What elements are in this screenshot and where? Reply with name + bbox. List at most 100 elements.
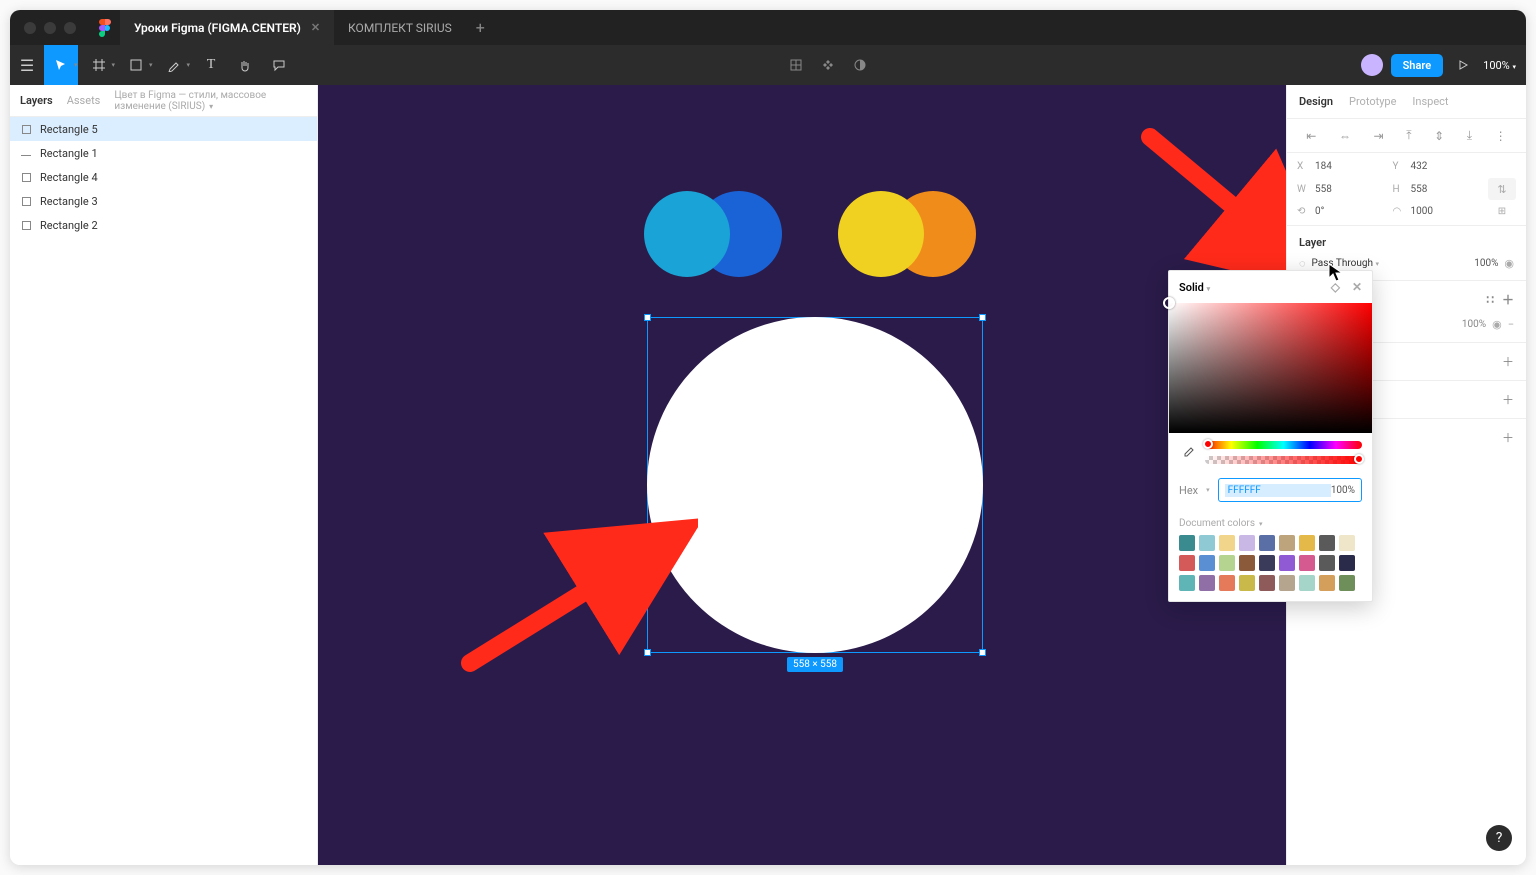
text-tool[interactable]: T xyxy=(194,45,228,85)
styles-icon[interactable]: ◇ xyxy=(1331,280,1340,294)
radius-field[interactable]: ◠1000 xyxy=(1393,206,1483,217)
color-swatch[interactable] xyxy=(1219,555,1235,571)
move-tool[interactable] xyxy=(44,45,78,85)
align-hcenter-icon[interactable]: ⇔ xyxy=(1339,129,1351,143)
color-swatch[interactable] xyxy=(1179,575,1195,591)
pen-tool[interactable] xyxy=(157,45,191,85)
help-button[interactable]: ? xyxy=(1486,825,1512,851)
color-swatch[interactable] xyxy=(1179,555,1195,571)
shape-tool[interactable] xyxy=(119,45,153,85)
tab-prototype[interactable]: Prototype xyxy=(1349,95,1396,108)
frame-tool[interactable] xyxy=(82,45,116,85)
tab-assets[interactable]: Assets xyxy=(67,94,101,107)
color-swatch[interactable] xyxy=(1199,575,1215,591)
color-swatch[interactable] xyxy=(1339,575,1355,591)
color-swatch[interactable] xyxy=(1239,555,1255,571)
component-icon[interactable] xyxy=(814,45,842,85)
color-swatch[interactable] xyxy=(1219,535,1235,551)
color-swatch[interactable] xyxy=(1239,535,1255,551)
align-vcenter-icon[interactable]: ⇕ xyxy=(1434,129,1444,143)
left-panel: Layers Assets Цвет в Figma — стили, масс… xyxy=(10,85,318,865)
tab-inspect[interactable]: Inspect xyxy=(1412,95,1448,108)
align-icon[interactable] xyxy=(782,45,810,85)
color-swatch[interactable] xyxy=(1259,575,1275,591)
alpha-slider[interactable] xyxy=(1205,456,1362,464)
color-swatch[interactable] xyxy=(1319,535,1335,551)
hex-input[interactable]: FFFFFF 100% xyxy=(1218,478,1362,502)
color-swatch[interactable] xyxy=(1339,535,1355,551)
remove-icon[interactable]: − xyxy=(1508,318,1514,331)
color-swatch[interactable] xyxy=(1199,555,1215,571)
rotation-field[interactable]: ⟲0° xyxy=(1297,206,1387,217)
blend-mode-select[interactable]: Pass Through ▾ xyxy=(1312,258,1453,269)
color-swatch[interactable] xyxy=(1279,535,1295,551)
y-field[interactable]: Y432 xyxy=(1393,161,1483,172)
canvas[interactable]: 558 × 558 xyxy=(318,85,1286,865)
color-swatch[interactable] xyxy=(1299,535,1315,551)
figma-logo-icon[interactable] xyxy=(90,19,120,37)
hue-slider[interactable] xyxy=(1205,441,1362,449)
present-icon[interactable] xyxy=(1451,45,1475,85)
tab-inactive[interactable]: КОМПЛЕКТ SIRIUS xyxy=(334,10,466,45)
eye-icon[interactable]: ◉ xyxy=(1504,257,1514,270)
color-swatch[interactable] xyxy=(1279,555,1295,571)
eye-icon[interactable]: ◉ xyxy=(1492,318,1502,331)
mask-icon[interactable] xyxy=(846,45,874,85)
add-icon[interactable]: ＋ xyxy=(1494,429,1514,446)
page-name[interactable]: Цвет в Figma — стили, массовое изменение… xyxy=(114,90,307,112)
radius-expand-icon[interactable]: ⊞ xyxy=(1488,206,1516,217)
document-colors-label[interactable]: Document colors▾ xyxy=(1179,518,1362,529)
align-top-icon[interactable]: ⤒ xyxy=(1406,128,1411,143)
h-field[interactable]: H558 xyxy=(1393,184,1483,195)
align-right-icon[interactable]: ⇥ xyxy=(1374,129,1384,143)
add-icon[interactable]: ＋ xyxy=(1494,291,1514,308)
layer-item[interactable]: Rectangle 4 xyxy=(10,165,317,189)
share-button[interactable]: Share xyxy=(1391,54,1444,77)
paint-type-select[interactable]: Solid ▾ xyxy=(1179,281,1210,294)
x-field[interactable]: X184 xyxy=(1297,161,1387,172)
color-swatch[interactable] xyxy=(1319,555,1335,571)
color-swatch[interactable] xyxy=(1279,575,1295,591)
saturation-value-area[interactable] xyxy=(1169,303,1372,433)
color-swatch[interactable] xyxy=(1179,535,1195,551)
align-bottom-icon[interactable]: ⤓ xyxy=(1467,128,1472,143)
tab-design[interactable]: Design xyxy=(1299,95,1333,108)
shape-yellow[interactable] xyxy=(838,191,924,277)
new-tab-button[interactable]: + xyxy=(466,18,495,37)
color-swatch[interactable] xyxy=(1339,555,1355,571)
color-swatch[interactable] xyxy=(1199,535,1215,551)
layer-item[interactable]: Rectangle 3 xyxy=(10,189,317,213)
menu-icon[interactable]: ☰ xyxy=(10,45,44,85)
add-icon[interactable]: ＋ xyxy=(1494,353,1514,370)
fill-opacity-field[interactable]: 100% xyxy=(1462,319,1486,330)
layer-item[interactable]: Rectangle 5 xyxy=(10,117,317,141)
tab-active[interactable]: Уроки Figma (FIGMA.CENTER) ✕ xyxy=(120,10,334,45)
hand-tool[interactable] xyxy=(228,45,262,85)
color-swatch[interactable] xyxy=(1239,575,1255,591)
tab-layers[interactable]: Layers xyxy=(20,94,53,107)
comment-tool[interactable] xyxy=(262,45,296,85)
constrain-icon[interactable]: ⇅ xyxy=(1488,178,1516,200)
blend-mode-icon[interactable]: ◌ xyxy=(1299,257,1306,270)
color-swatch[interactable] xyxy=(1259,535,1275,551)
shape-cyan[interactable] xyxy=(644,191,730,277)
w-field[interactable]: W558 xyxy=(1297,184,1387,195)
close-icon[interactable]: ✕ xyxy=(1352,280,1362,294)
color-swatch[interactable] xyxy=(1299,575,1315,591)
style-icon[interactable]: ∷ xyxy=(1478,293,1494,307)
avatar[interactable] xyxy=(1361,54,1383,76)
layer-item[interactable]: Rectangle 2 xyxy=(10,213,317,237)
distribute-icon[interactable]: ⋮ xyxy=(1495,129,1507,143)
color-swatch[interactable] xyxy=(1319,575,1335,591)
eyedropper-icon[interactable] xyxy=(1179,444,1197,462)
align-left-icon[interactable]: ⇤ xyxy=(1306,129,1316,143)
color-swatch[interactable] xyxy=(1259,555,1275,571)
zoom-level[interactable]: 100% ▾ xyxy=(1483,59,1516,72)
layer-opacity-field[interactable]: 100% xyxy=(1458,258,1498,269)
shape-white[interactable] xyxy=(647,317,983,653)
layer-item[interactable]: Rectangle 1 xyxy=(10,141,317,165)
color-swatch[interactable] xyxy=(1219,575,1235,591)
add-icon[interactable]: ＋ xyxy=(1494,391,1514,408)
close-icon[interactable]: ✕ xyxy=(311,21,320,34)
color-swatch[interactable] xyxy=(1299,555,1315,571)
